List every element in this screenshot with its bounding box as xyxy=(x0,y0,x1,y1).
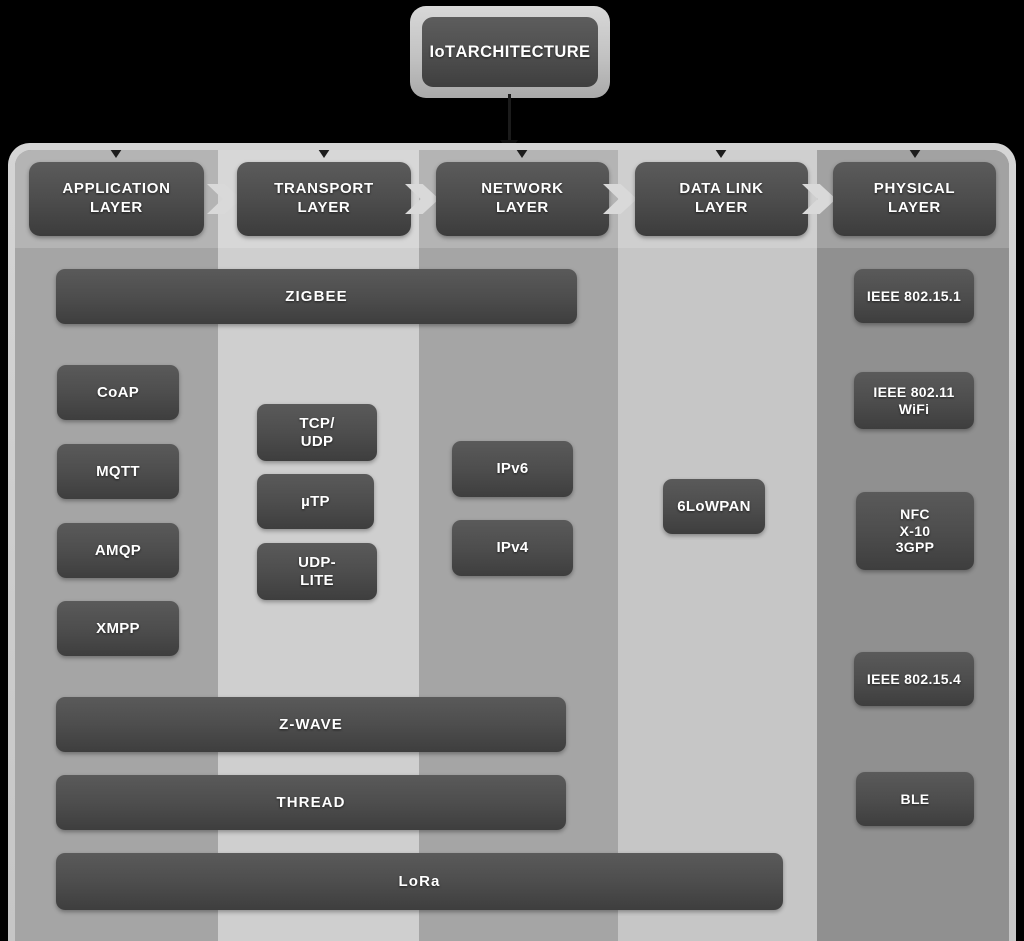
protocol-label-zigbee: ZIGBEE xyxy=(285,287,348,305)
protocol-label-ble: BLE xyxy=(900,790,930,807)
iot-architecture-title-box: IoT ARCHITECTURE xyxy=(410,6,610,98)
protocol-box-udp-lite[interactable]: UDP- LITE xyxy=(257,543,377,600)
diagram-canvas: IoT ARCHITECTURE APPLICATION LAYER TRANS… xyxy=(0,0,1024,941)
header-notch-physical xyxy=(909,150,921,158)
protocol-box-ble[interactable]: BLE xyxy=(856,772,974,826)
protocol-box-zigbee[interactable]: ZIGBEE xyxy=(56,269,577,324)
protocol-label-udp-lite-line2: LITE xyxy=(300,571,334,589)
layer-header-application-line1: APPLICATION xyxy=(62,180,171,198)
protocol-box-zwave[interactable]: Z-WAVE xyxy=(56,697,566,752)
layer-header-application[interactable]: APPLICATION LAYER xyxy=(29,162,204,236)
layer-header-datalink[interactable]: DATA LINK LAYER xyxy=(635,162,808,236)
protocol-label-6lowpan: 6LoWPAN xyxy=(677,497,751,515)
protocol-label-ipv6: IPv6 xyxy=(496,460,529,477)
protocol-label-amqp: AMQP xyxy=(94,541,142,559)
protocol-label-tcp-udp-line2: UDP xyxy=(300,432,334,450)
architecture-panel: APPLICATION LAYER TRANSPORT LAYER NETWOR… xyxy=(8,143,1016,941)
layer-header-transport-line1: TRANSPORT xyxy=(274,180,374,198)
layer-header-application-line2: LAYER xyxy=(90,199,143,216)
protocol-label-nfc: NFC xyxy=(900,505,930,522)
protocol-box-thread[interactable]: THREAD xyxy=(56,775,566,830)
layer-header-physical-line1: PHYSICAL xyxy=(873,180,956,198)
panel-inner: APPLICATION LAYER TRANSPORT LAYER NETWOR… xyxy=(15,150,1009,941)
layer-header-datalink-line1: DATA LINK xyxy=(679,180,764,198)
chevron-right-icon-1 xyxy=(207,184,241,214)
protocol-box-ieee-802-15-4[interactable]: IEEE 802.15.4 xyxy=(854,652,974,706)
protocol-box-coap[interactable]: CoAP xyxy=(57,365,179,420)
protocol-label-zwave: Z-WAVE xyxy=(279,715,343,733)
protocol-label-mqtt: MQTT xyxy=(96,462,140,480)
protocol-box-ipv6[interactable]: IPv6 xyxy=(452,441,573,497)
protocol-box-nfc-x10-3gpp[interactable]: NFC X-10 3GPP xyxy=(856,492,974,570)
header-notch-application xyxy=(110,150,122,158)
protocol-label-ieee-802-15-4: IEEE 802.15.4 xyxy=(866,670,962,687)
protocol-label-coap: CoAP xyxy=(96,383,140,401)
protocol-label-ieee-802-11-line1: IEEE 802.11 xyxy=(873,383,955,400)
column-band-datalink xyxy=(618,150,817,941)
header-notch-network xyxy=(516,150,528,158)
protocol-box-mqtt[interactable]: MQTT xyxy=(57,444,179,499)
protocol-label-tcp-udp-line1: TCP/ xyxy=(299,414,335,432)
layer-header-datalink-line2: LAYER xyxy=(695,199,748,216)
protocol-box-ieee-802-15-1[interactable]: IEEE 802.15.1 xyxy=(854,269,974,323)
protocol-label-ipv4: IPv4 xyxy=(496,539,529,556)
protocol-box-ieee-802-11-wifi[interactable]: IEEE 802.11 WiFi xyxy=(854,372,974,429)
protocol-label-x10: X-10 xyxy=(899,522,931,539)
layer-header-transport-line2: LAYER xyxy=(297,199,351,216)
protocol-box-6lowpan[interactable]: 6LoWPAN xyxy=(663,479,765,534)
layer-header-transport[interactable]: TRANSPORT LAYER xyxy=(237,162,411,236)
protocol-label-lora: LoRa xyxy=(398,872,441,890)
protocol-label-utp: µTP xyxy=(301,492,330,510)
protocol-label-udp-lite-line1: UDP- xyxy=(298,553,336,571)
title-connector-line xyxy=(508,94,511,146)
title-line-2: ARCHITECTURE xyxy=(455,42,591,61)
header-notch-datalink xyxy=(715,150,727,158)
title-line-1: IoT xyxy=(429,42,456,61)
protocol-box-tcp-udp[interactable]: TCP/ UDP xyxy=(257,404,377,461)
protocol-label-thread: THREAD xyxy=(276,793,346,811)
layer-header-strip: APPLICATION LAYER TRANSPORT LAYER NETWOR… xyxy=(15,150,1009,248)
layer-header-network-line1: NETWORK xyxy=(481,180,564,198)
protocol-label-xmpp: XMPP xyxy=(96,619,140,637)
layer-header-network-line2: LAYER xyxy=(496,199,549,216)
protocol-box-ipv4[interactable]: IPv4 xyxy=(452,520,573,576)
protocol-box-lora[interactable]: LoRa xyxy=(56,853,783,910)
header-notch-transport xyxy=(318,150,330,158)
layer-header-physical[interactable]: PHYSICAL LAYER xyxy=(833,162,996,236)
protocol-label-ieee-802-15-1: IEEE 802.15.1 xyxy=(866,287,962,304)
layer-header-physical-line2: LAYER xyxy=(888,199,941,216)
protocol-box-amqp[interactable]: AMQP xyxy=(57,523,179,578)
iot-architecture-title-label: IoT ARCHITECTURE xyxy=(422,17,598,87)
protocol-label-ieee-802-11-line2: WiFi xyxy=(898,400,930,417)
protocol-box-utp[interactable]: µTP xyxy=(257,474,374,529)
layer-header-network[interactable]: NETWORK LAYER xyxy=(436,162,609,236)
protocol-box-xmpp[interactable]: XMPP xyxy=(57,601,179,656)
protocol-label-3gpp: 3GPP xyxy=(895,539,935,556)
